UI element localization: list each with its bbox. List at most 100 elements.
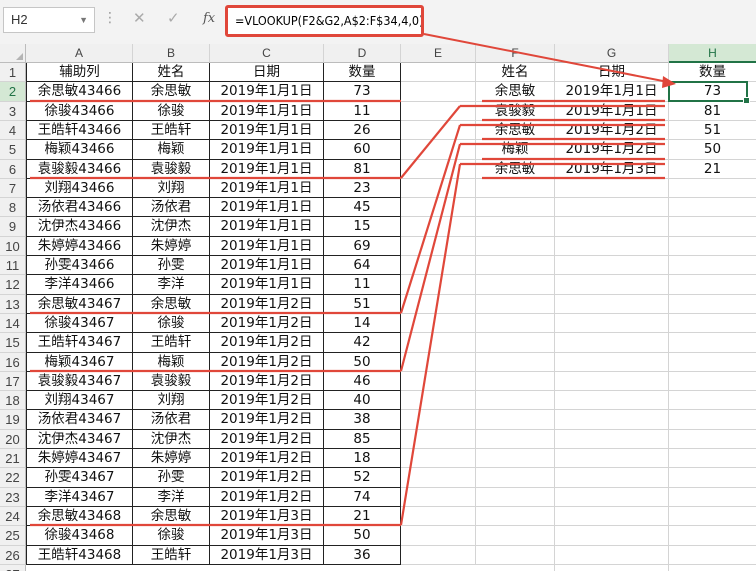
cell-b13[interactable]: 余思敏 <box>133 295 210 314</box>
row-header-25[interactable]: 25 <box>0 526 26 546</box>
cell-a25[interactable]: 徐骏43468 <box>26 526 133 546</box>
cell-c7[interactable]: 2019年1月1日 <box>210 179 324 198</box>
cell-a6[interactable]: 袁骏毅43466 <box>26 160 133 179</box>
cell-g20[interactable] <box>555 430 669 449</box>
cell-d2[interactable]: 73 <box>324 82 401 102</box>
row-header-10[interactable]: 10 <box>0 237 26 256</box>
cell-c10[interactable]: 2019年1月1日 <box>210 237 324 256</box>
cell-h24[interactable] <box>669 507 756 526</box>
cell-a15[interactable]: 王皓轩43467 <box>26 333 133 353</box>
cell-d7[interactable]: 23 <box>324 179 401 198</box>
cell-b23[interactable]: 李洋 <box>133 488 210 507</box>
cell-c20[interactable]: 2019年1月2日 <box>210 430 324 449</box>
cell-f14[interactable] <box>476 314 555 333</box>
cell-c26[interactable]: 2019年1月3日 <box>210 546 324 565</box>
cell-e21[interactable] <box>401 449 476 468</box>
row-header-13[interactable]: 13 <box>0 295 26 314</box>
cell-h16[interactable] <box>669 353 756 372</box>
cell-b24[interactable]: 余思敏 <box>133 507 210 526</box>
cell-e2[interactable] <box>401 82 476 102</box>
cell-f13[interactable] <box>476 295 555 314</box>
cell-h14[interactable] <box>669 314 756 333</box>
cell-e14[interactable] <box>401 314 476 333</box>
cell-h27[interactable] <box>669 565 756 571</box>
row-header-18[interactable]: 18 <box>0 391 26 410</box>
cell-d20[interactable]: 85 <box>324 430 401 449</box>
cell-e8[interactable] <box>401 198 476 217</box>
row-header-6[interactable]: 6 <box>0 160 26 179</box>
cell-c13[interactable]: 2019年1月2日 <box>210 295 324 314</box>
cell-f19[interactable] <box>476 410 555 430</box>
cell-f24[interactable] <box>476 507 555 526</box>
enter-icon[interactable]: ✓ <box>167 9 180 27</box>
cell-c6[interactable]: 2019年1月1日 <box>210 160 324 179</box>
row-header-19[interactable]: 19 <box>0 410 26 430</box>
cell-f27[interactable] <box>476 565 555 571</box>
cell-a14[interactable]: 徐骏43467 <box>26 314 133 333</box>
cell-d26[interactable]: 36 <box>324 546 401 565</box>
cell-d17[interactable]: 46 <box>324 372 401 391</box>
cell-c3[interactable]: 2019年1月1日 <box>210 102 324 121</box>
cell-c22[interactable]: 2019年1月2日 <box>210 468 324 488</box>
row-header-14[interactable]: 14 <box>0 314 26 333</box>
cell-c5[interactable]: 2019年1月1日 <box>210 140 324 160</box>
cell-e7[interactable] <box>401 179 476 198</box>
cell-g13[interactable] <box>555 295 669 314</box>
cell-e17[interactable] <box>401 372 476 391</box>
cell-h3[interactable]: 81 <box>669 102 756 121</box>
cell-f26[interactable] <box>476 546 555 565</box>
cell-b7[interactable]: 刘翔 <box>133 179 210 198</box>
cell-d19[interactable]: 38 <box>324 410 401 430</box>
header-cell-a[interactable]: 辅助列 <box>26 63 133 82</box>
cell-d14[interactable]: 14 <box>324 314 401 333</box>
cell-b15[interactable]: 王皓轩 <box>133 333 210 353</box>
cell-d9[interactable]: 15 <box>324 217 401 237</box>
cell-b12[interactable]: 李洋 <box>133 275 210 295</box>
header-cell-b[interactable]: 姓名 <box>133 63 210 82</box>
row-header-8[interactable]: 8 <box>0 198 26 217</box>
cell-e23[interactable] <box>401 488 476 507</box>
cell-h8[interactable] <box>669 198 756 217</box>
cell-b3[interactable]: 徐骏 <box>133 102 210 121</box>
cell-a19[interactable]: 汤依君43467 <box>26 410 133 430</box>
cell-g15[interactable] <box>555 333 669 353</box>
cell-f9[interactable] <box>476 217 555 237</box>
cell-b26[interactable]: 王皓轩 <box>133 546 210 565</box>
row-header-22[interactable]: 22 <box>0 468 26 488</box>
cell-f6[interactable]: 余思敏 <box>476 160 555 179</box>
row-header-17[interactable]: 17 <box>0 372 26 391</box>
cell-d10[interactable]: 69 <box>324 237 401 256</box>
cell-c24[interactable]: 2019年1月3日 <box>210 507 324 526</box>
cell-f4[interactable]: 余思敏 <box>476 121 555 140</box>
row-header-11[interactable]: 11 <box>0 256 26 275</box>
cell-a4[interactable]: 王皓轩43466 <box>26 121 133 140</box>
cell-e12[interactable] <box>401 275 476 295</box>
cell-h19[interactable] <box>669 410 756 430</box>
cell-b5[interactable]: 梅颖 <box>133 140 210 160</box>
cell-f7[interactable] <box>476 179 555 198</box>
cell-a24[interactable]: 余思敏43468 <box>26 507 133 526</box>
cell-c11[interactable]: 2019年1月1日 <box>210 256 324 275</box>
header-cell-g[interactable]: 日期 <box>555 63 669 82</box>
cell-f15[interactable] <box>476 333 555 353</box>
cell-c19[interactable]: 2019年1月2日 <box>210 410 324 430</box>
cell-g25[interactable] <box>555 526 669 546</box>
cell-d18[interactable]: 40 <box>324 391 401 410</box>
cell-c15[interactable]: 2019年1月2日 <box>210 333 324 353</box>
cell-b21[interactable]: 朱婷婷 <box>133 449 210 468</box>
column-header-e[interactable]: E <box>401 44 476 63</box>
cell-f17[interactable] <box>476 372 555 391</box>
cell-d3[interactable]: 11 <box>324 102 401 121</box>
cell-c16[interactable]: 2019年1月2日 <box>210 353 324 372</box>
cell-g18[interactable] <box>555 391 669 410</box>
cell-g5[interactable]: 2019年1月2日 <box>555 140 669 160</box>
cell-g23[interactable] <box>555 488 669 507</box>
cell-d23[interactable]: 74 <box>324 488 401 507</box>
cell-d24[interactable]: 21 <box>324 507 401 526</box>
cell-e22[interactable] <box>401 468 476 488</box>
cell-c21[interactable]: 2019年1月2日 <box>210 449 324 468</box>
cell-h25[interactable] <box>669 526 756 546</box>
cell-a10[interactable]: 朱婷婷43466 <box>26 237 133 256</box>
cell-g9[interactable] <box>555 217 669 237</box>
cell-g3[interactable]: 2019年1月1日 <box>555 102 669 121</box>
